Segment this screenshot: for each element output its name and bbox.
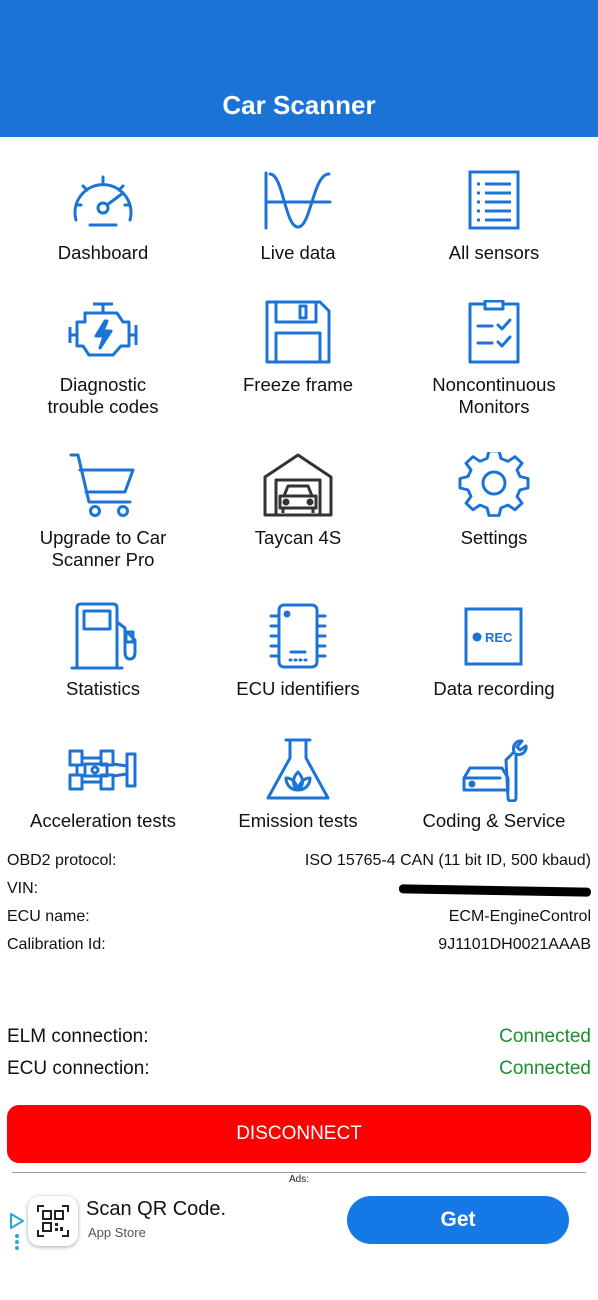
- vin-redacted-value: [398, 884, 592, 897]
- menu-settings[interactable]: Settings: [396, 452, 592, 549]
- menu-label: Upgrade to Car Scanner Pro: [39, 527, 167, 570]
- menu-statistics[interactable]: Statistics: [5, 602, 201, 700]
- ecu-connection-status: Connected: [499, 1058, 591, 1079]
- flask-leaf-icon: [266, 738, 330, 800]
- ecu-name-row: ECU name: ECM-EngineControl: [7, 903, 591, 931]
- calibration-value: 9J1101DH0021AAAB: [438, 936, 591, 953]
- menu-acceleration-tests[interactable]: Acceleration tests: [5, 738, 201, 832]
- calibration-row: Calibration Id: 9J1101DH0021AAAB: [7, 931, 591, 959]
- race-car-icon: [68, 749, 137, 791]
- page-title: Car Scanner: [222, 90, 376, 120]
- menu-label: Diagnostic trouble codes: [47, 374, 159, 417]
- engine-icon: [68, 302, 138, 357]
- ecu-name-label: ECU name:: [7, 908, 90, 925]
- menu-label: Acceleration tests: [29, 810, 176, 831]
- protocol-label: OBD2 protocol:: [7, 852, 117, 869]
- menu-label: Statistics: [65, 678, 141, 699]
- ecu-name-value: ECM-EngineControl: [448, 908, 591, 925]
- fuel-pump-icon: [70, 602, 137, 670]
- menu-vehicle[interactable]: Taycan 4S: [200, 452, 396, 549]
- menu-label: Dashboard: [57, 242, 149, 263]
- menu-freeze-frame[interactable]: Freeze frame: [200, 300, 396, 396]
- menu-diagnostic-trouble-codes[interactable]: Diagnostic trouble codes: [5, 300, 201, 418]
- menu-label: ECU identifiers: [236, 678, 360, 699]
- app-header: Car Scanner: [0, 0, 598, 137]
- menu-dashboard[interactable]: Dashboard: [5, 170, 201, 264]
- ad-banner[interactable]: Scan QR Code. App Store Get: [0, 1190, 598, 1260]
- qr-code-icon: [37, 1205, 69, 1237]
- gear-icon: [458, 452, 530, 517]
- shopping-cart-icon: [69, 453, 135, 517]
- ad-subtitle: App Store: [88, 1225, 146, 1240]
- disconnect-button[interactable]: DISCONNECT: [7, 1105, 591, 1163]
- ad-app-logo[interactable]: [28, 1196, 78, 1246]
- connection-status: ELM connection: Connected ECU connection…: [7, 1021, 591, 1085]
- chip-icon: [269, 603, 327, 669]
- rec-icon: REC: [464, 607, 523, 666]
- menu-ecu-identifiers[interactable]: ECU identifiers: [200, 602, 396, 700]
- menu-emission-tests[interactable]: Emission tests: [200, 738, 396, 832]
- vin-row: VIN:: [7, 875, 592, 903]
- rec-label: REC: [485, 630, 513, 645]
- protocol-row: OBD2 protocol: ISO 15765-4 CAN (11 bit I…: [7, 847, 591, 875]
- menu-label: Freeze frame: [242, 374, 353, 395]
- list-icon: [468, 170, 520, 230]
- elm-connection-row: ELM connection: Connected: [7, 1021, 591, 1053]
- ad-title[interactable]: Scan QR Code.: [86, 1198, 226, 1221]
- protocol-value: ISO 15765-4 CAN (11 bit ID, 500 kbaud): [304, 852, 591, 869]
- ad-choices-icon[interactable]: [9, 1212, 25, 1230]
- menu-label: Noncontinuous Monitors: [432, 374, 556, 417]
- ad-options-icon[interactable]: [15, 1234, 20, 1252]
- ad-divider: [12, 1172, 586, 1173]
- floppy-disk-icon: [265, 300, 331, 364]
- vin-label: VIN:: [7, 880, 39, 897]
- menu-noncontinuous-monitors[interactable]: Noncontinuous Monitors: [396, 300, 592, 418]
- ecu-connection-row: ECU connection: Connected: [7, 1053, 591, 1085]
- menu-upgrade-pro[interactable]: Upgrade to Car Scanner Pro: [5, 452, 201, 571]
- waveform-icon: [264, 171, 332, 230]
- menu-label: All sensors: [448, 242, 540, 263]
- ad-get-button[interactable]: Get: [347, 1196, 569, 1244]
- menu-label: Settings: [460, 527, 528, 548]
- garage-car-icon: [263, 453, 333, 517]
- ads-label: Ads:: [288, 1174, 309, 1185]
- calibration-label: Calibration Id:: [7, 936, 106, 953]
- menu-live-data[interactable]: Live data: [200, 170, 396, 264]
- menu-data-recording[interactable]: REC Data recording: [396, 602, 592, 700]
- speedometer-icon: [73, 175, 133, 227]
- vehicle-info: OBD2 protocol: ISO 15765-4 CAN (11 bit I…: [7, 847, 592, 959]
- elm-connection-status: Connected: [499, 1026, 591, 1047]
- clipboard-checklist-icon: [468, 300, 520, 364]
- elm-connection-label: ELM connection:: [7, 1026, 149, 1047]
- menu-label: Taycan 4S: [254, 527, 342, 548]
- menu-label: Emission tests: [238, 810, 358, 831]
- menu-label: Live data: [260, 242, 336, 263]
- menu-all-sensors[interactable]: All sensors: [396, 170, 592, 264]
- menu-label: Coding & Service: [422, 810, 566, 831]
- menu-label: Data recording: [433, 678, 555, 699]
- ecu-connection-label: ECU connection:: [7, 1058, 150, 1079]
- menu-coding-service[interactable]: Coding & Service: [396, 738, 592, 832]
- car-wrench-icon: [462, 739, 528, 802]
